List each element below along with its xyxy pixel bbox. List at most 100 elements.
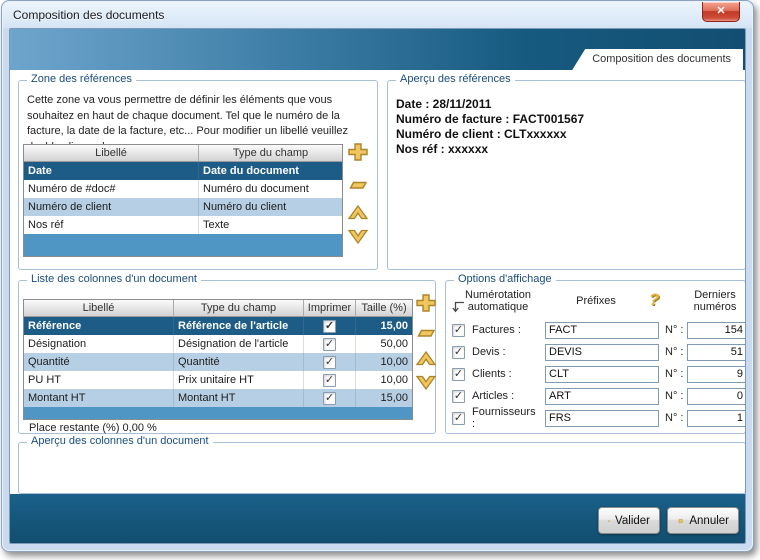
devis-number-input[interactable] [687, 344, 746, 361]
imprimer-checkbox[interactable]: ✓ [323, 320, 336, 333]
cell-type: Texte [199, 216, 342, 234]
cell-taille: 50,00 [356, 335, 412, 353]
cell-type: Numéro du client [199, 198, 342, 216]
cell-libelle: Montant HT [24, 389, 174, 407]
table-row[interactable]: Nos réf Texte [24, 216, 342, 234]
titlebar[interactable]: Composition des documents ✕ [3, 2, 752, 28]
move-down-button[interactable] [347, 226, 369, 246]
chevron-up-icon [415, 349, 437, 369]
table-row[interactable]: Quantité Quantité ✓ 10,00 [24, 353, 412, 371]
remove-column-button[interactable] [415, 323, 437, 343]
header-band: Composition des documents [10, 29, 745, 70]
footer-band: Valider Annuler [10, 494, 745, 543]
clients-prefix-input[interactable] [545, 366, 659, 383]
imprimer-checkbox[interactable]: ✓ [323, 392, 336, 405]
move-column-up-button[interactable] [415, 349, 437, 369]
table-row[interactable]: Désignation Désignation de l'article ✓ 5… [24, 335, 412, 353]
col-libelle[interactable]: Libellé [24, 300, 174, 316]
factures-label: Factures : [472, 324, 538, 336]
table-row[interactable]: Référence Référence de l'article ✓ 15,00 [24, 317, 412, 335]
option-row-devis: ✓ Devis : N° : [452, 343, 741, 361]
zone-col-libelle[interactable]: Libellé [24, 145, 199, 161]
table-row[interactable]: Date Date du document [24, 162, 342, 180]
move-up-button[interactable] [347, 203, 369, 223]
group-colonnes-title: Liste des colonnes d'un document [27, 273, 201, 285]
cell-type: Numéro du document [199, 180, 342, 198]
add-row-button[interactable] [347, 142, 369, 162]
group-options-title: Options d'affichage [454, 273, 556, 285]
table-row[interactable]: Numéro de client Numéro du client [24, 198, 342, 216]
place-restante-label: Place restante (%) 0,00 % [29, 422, 157, 434]
col-taille[interactable]: Taille (%) [356, 300, 412, 316]
plus-icon [347, 142, 369, 162]
devis-prefix-input[interactable] [545, 344, 659, 361]
annuler-label: Annuler [689, 515, 729, 527]
colonnes-table-header[interactable]: Libellé Type du champ Imprimer Taille (%… [24, 300, 412, 317]
articles-checkbox[interactable]: ✓ [452, 390, 465, 403]
help-icon[interactable]: ? [649, 290, 659, 310]
cell-libelle: Nos réf [24, 216, 199, 234]
fournisseurs-prefix-input[interactable] [545, 410, 659, 427]
chevron-down-icon [347, 226, 369, 246]
remove-row-button[interactable] [347, 175, 369, 195]
table-row[interactable]: Numéro de #doc# Numéro du document [24, 180, 342, 198]
clients-checkbox[interactable]: ✓ [452, 368, 465, 381]
tab-composition-des-documents[interactable]: Composition des documents [572, 49, 743, 70]
imprimer-checkbox[interactable]: ✓ [323, 374, 336, 387]
factures-prefix-input[interactable] [545, 322, 659, 339]
cell-imprimer: ✓ [304, 389, 356, 407]
fournisseurs-label: Fournisseurs : [472, 406, 538, 430]
preview-line-client: Numéro de client : CLTxxxxxx [396, 127, 584, 142]
numero-label: N° : [665, 412, 683, 424]
cell-type: Quantité [174, 353, 304, 371]
cell-type: Date du document [199, 162, 342, 180]
derniers-numeros-header: Derniers numéros [686, 289, 744, 313]
devis-checkbox[interactable]: ✓ [452, 346, 465, 359]
col-type[interactable]: Type du champ [174, 300, 304, 316]
dialog-body: Composition des documents Zone des référ… [9, 28, 746, 544]
articles-prefix-input[interactable] [545, 388, 659, 405]
preview-line-date: Date : 28/11/2011 [396, 97, 584, 112]
valider-button[interactable]: Valider [598, 507, 660, 534]
table-row[interactable]: Montant HT Montant HT ✓ 15,00 [24, 389, 412, 407]
articles-label: Articles : [472, 390, 538, 402]
cell-imprimer: ✓ [304, 353, 356, 371]
fournisseurs-number-input[interactable] [687, 410, 746, 427]
cell-taille: 10,00 [356, 371, 412, 389]
clients-number-input[interactable] [687, 366, 746, 383]
screen: Composition des documents ✕ Composition … [0, 0, 760, 560]
close-icon: ✕ [716, 5, 725, 17]
zone-table: Libellé Type du champ Date Date du docum… [23, 144, 343, 257]
chevron-up-icon [347, 203, 369, 223]
move-column-down-button[interactable] [415, 372, 437, 392]
factures-checkbox[interactable]: ✓ [452, 324, 465, 337]
minus-icon [347, 175, 369, 195]
zone-table-header[interactable]: Libellé Type du champ [24, 145, 342, 162]
group-apercu-refs-title: Aperçu des références [396, 73, 515, 85]
numerotation-arrow-icon [451, 300, 465, 320]
tab-label: Composition des documents [592, 53, 731, 65]
group-zone-title: Zone des références [27, 73, 136, 85]
numerotation-automatique-header: Numérotation automatique [465, 289, 531, 313]
annuler-button[interactable]: Annuler [667, 507, 739, 534]
chevron-down-icon [415, 372, 437, 392]
imprimer-checkbox[interactable]: ✓ [323, 338, 336, 351]
table-row[interactable]: PU HT Prix unitaire HT ✓ 10,00 [24, 371, 412, 389]
option-row-articles: ✓ Articles : N° : [452, 387, 741, 405]
imprimer-checkbox[interactable]: ✓ [323, 356, 336, 369]
group-options-affichage: Options d'affichage Numérotation automat… [445, 280, 746, 434]
articles-number-input[interactable] [687, 388, 746, 405]
numero-label: N° : [665, 368, 683, 380]
cell-libelle: Désignation [24, 335, 174, 353]
cell-type: Prix unitaire HT [174, 371, 304, 389]
zone-col-type[interactable]: Type du champ [199, 145, 342, 161]
col-imprimer[interactable]: Imprimer [304, 300, 356, 316]
group-apercu-references: Aperçu des références Date : 28/11/2011 … [387, 80, 746, 270]
factures-number-input[interactable] [687, 322, 746, 339]
clients-label: Clients : [472, 368, 538, 380]
cell-type: Désignation de l'article [174, 335, 304, 353]
add-column-button[interactable] [415, 293, 437, 313]
close-button[interactable]: ✕ [702, 2, 740, 22]
fournisseurs-checkbox[interactable]: ✓ [452, 412, 465, 425]
devis-label: Devis : [472, 346, 538, 358]
